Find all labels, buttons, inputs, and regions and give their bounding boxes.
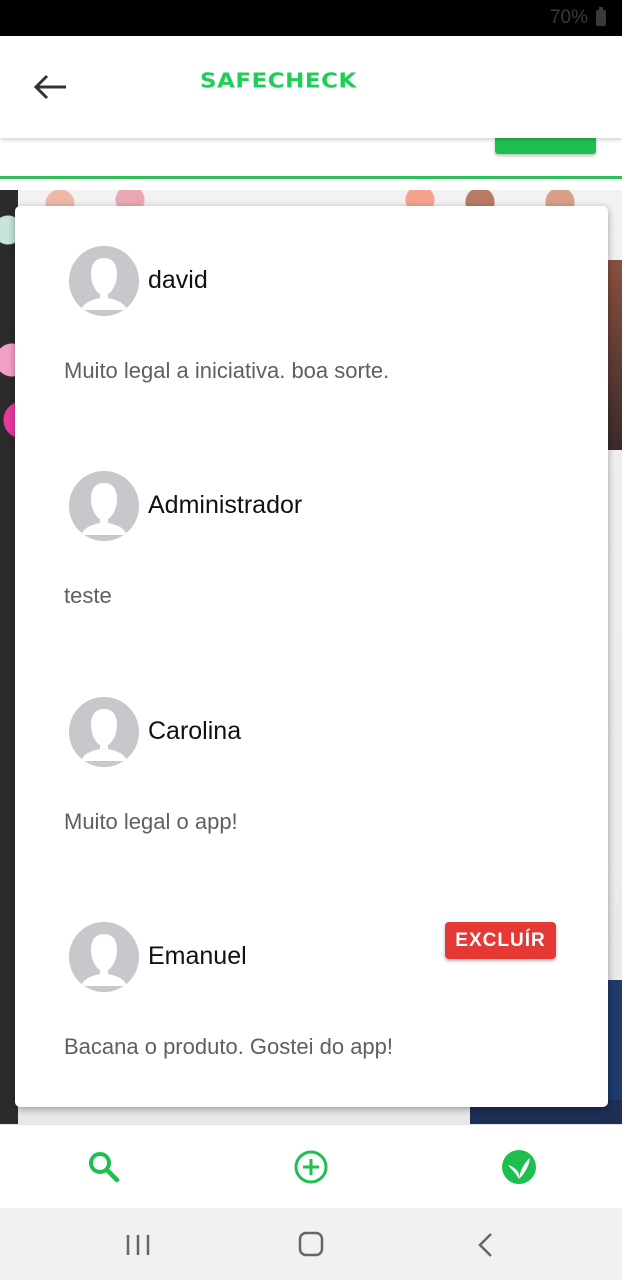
user-icon: [69, 697, 139, 767]
home-icon[interactable]: [291, 1228, 331, 1262]
bottom-nav: [0, 1124, 622, 1209]
comment-item: Carolina Muito legal o app!: [15, 657, 608, 857]
comment-text: teste: [64, 583, 112, 608]
system-nav: [0, 1208, 622, 1280]
recent-apps-icon[interactable]: [118, 1228, 158, 1262]
avatar: [69, 697, 139, 767]
comment-text: Bacana o produto. Gostei do app!: [64, 1034, 394, 1059]
delete-comment-button[interactable]: EXCLUÍR: [445, 922, 556, 959]
app-header: SAFECHECK: [0, 36, 622, 138]
user-icon: [69, 471, 139, 541]
background-button: [495, 138, 596, 154]
battery-icon: [596, 7, 606, 26]
avatar: [69, 246, 139, 316]
comment-text: Muito legal a iniciativa. boa sorte.: [64, 358, 390, 383]
comment-text: Muito legal o app!: [64, 809, 238, 834]
brand-logo: SAFECHECK: [200, 69, 357, 93]
add-circle-icon[interactable]: [291, 1147, 331, 1187]
user-icon: [69, 922, 139, 992]
back-icon[interactable]: [466, 1228, 506, 1262]
divider: [0, 176, 622, 179]
battery-level: 70%: [549, 7, 588, 28]
comment-item: Emanuel EXCLUÍR Bacana o produto. Gostei…: [15, 882, 608, 1082]
comment-author: Carolina: [148, 717, 242, 745]
avatar: [69, 922, 139, 992]
comment-item: david Muito legal a iniciativa. boa sort…: [15, 206, 608, 406]
search-icon[interactable]: [84, 1147, 124, 1187]
status-bar: 70%: [0, 0, 622, 36]
comment-author: david: [148, 266, 208, 294]
user-icon: [69, 246, 139, 316]
comment-item: Administrador teste: [15, 431, 608, 631]
comment-author: Emanuel: [148, 942, 247, 970]
background-image-detail: [606, 260, 622, 450]
comment-author: Administrador: [148, 491, 303, 519]
comments-panel: david Muito legal a iniciativa. boa sort…: [15, 206, 608, 1107]
avatar: [69, 471, 139, 541]
leaf-icon[interactable]: [499, 1147, 539, 1187]
arrow-left-icon[interactable]: [30, 70, 70, 104]
